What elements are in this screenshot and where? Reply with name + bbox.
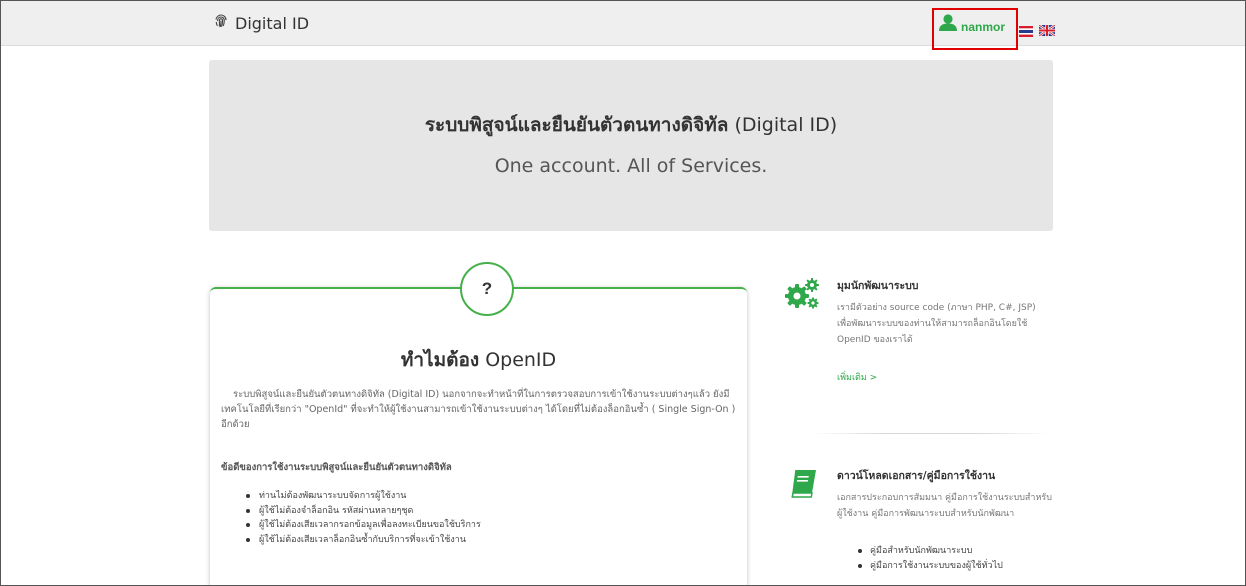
brand-name: Digital ID — [235, 13, 310, 33]
list-item[interactable]: คู่มือการใช้งานระบบของผู้ใช้ทั่วไป — [858, 559, 1003, 574]
uk-flag-icon[interactable] — [1038, 21, 1056, 40]
brand-link[interactable]: Digital ID — [213, 13, 309, 33]
user-account-link[interactable]: nanmor — [938, 14, 1005, 35]
user-name: nanmor — [961, 20, 1006, 34]
downloads-description: เอกสารประกอบการสัมมนา คู่มือการใช้งานระบ… — [837, 493, 1052, 519]
why-openid-description: ระบบพิสูจน์และยืนยันตัวตนทางดิจิทัล (Dig… — [221, 389, 736, 430]
hero-subtitle: One account. All of Services. — [494, 155, 768, 177]
benefits-list: ท่านไม่ต้องพัฒนาระบบจัดการผู้ใช้งาน ผู้ใ… — [246, 489, 481, 547]
hero-banner: ระบบพิสูจน์และยืนยันตัวตนทางดิจิทัล (Dig… — [209, 60, 1053, 231]
list-item[interactable]: คู่มือสำหรับนักพัฒนาระบบ — [858, 544, 1003, 559]
list-item: ผู้ใช้ไม่ต้องเสียเวลาล็อกอินซ้ำกับบริการ… — [246, 533, 481, 548]
why-title-openid: OpenID — [485, 349, 557, 371]
hero-title-english: (Digital ID) — [734, 114, 838, 136]
hero-title: ระบบพิสูจน์และยืนยันตัวตนทางดิจิทัล (Dig… — [209, 110, 1053, 140]
question-icon: ? — [460, 262, 514, 316]
downloads-list: คู่มือสำหรับนักพัฒนาระบบ คู่มือการใช้งาน… — [858, 544, 1003, 573]
section-divider — [812, 433, 1050, 434]
hero-title-thai: ระบบพิสูจน์และยืนยันตัวตนทางดิจิทัล — [424, 114, 729, 136]
why-title-thai: ทำไมต้อง — [400, 349, 480, 371]
gears-icon — [783, 276, 821, 314]
list-item: ผู้ใช้ไม่ต้องจำล็อกอิน รหัสผ่านหลายๆชุด — [246, 504, 481, 519]
developer-corner-title: มุมนักพัฒนาระบบ — [837, 280, 919, 292]
benefits-heading: ข้อดีของการใช้งานระบบพิสูจน์และยืนยันตัว… — [221, 462, 452, 473]
why-openid-title: ทำไมต้อง OpenID — [210, 345, 747, 375]
list-item: ท่านไม่ต้องพัฒนาระบบจัดการผู้ใช้งาน — [246, 489, 481, 504]
list-item: ผู้ใช้ไม่ต้องเสียเวลากรอกข้อมูลเพื่อลงทะ… — [246, 518, 481, 533]
user-icon — [938, 14, 958, 35]
book-icon — [790, 469, 818, 503]
downloads-title: ดาวน์โหลดเอกสาร/คู่มือการใช้งาน — [837, 470, 996, 482]
top-navbar — [1, 1, 1245, 46]
developer-corner-description: เรามีตัวอย่าง source code (ภาษา PHP, C#,… — [837, 303, 1036, 345]
developer-more-link[interactable]: เพิ่มเติม > — [837, 370, 877, 384]
hamburger-icon[interactable] — [1019, 22, 1033, 41]
fingerprint-icon — [213, 13, 229, 33]
